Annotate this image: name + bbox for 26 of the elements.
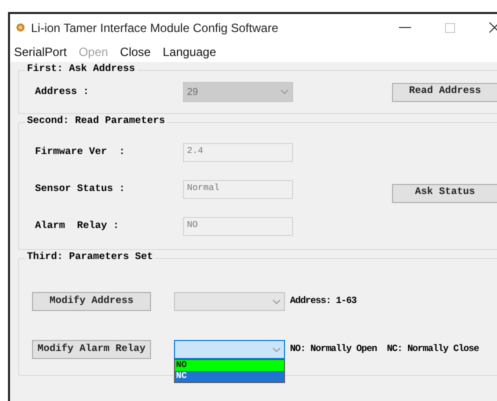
chevron-down-icon bbox=[272, 298, 281, 304]
modify-button[interactable]: Modify Alarm Relay bbox=[32, 340, 151, 359]
dropdown-option[interactable]: NO bbox=[175, 360, 284, 371]
read-address-button[interactable]: Read Address bbox=[392, 82, 497, 102]
field-label: Sensor Status : bbox=[35, 182, 126, 196]
dropdown-option[interactable]: NC bbox=[175, 371, 284, 382]
value-field: NO bbox=[183, 216, 293, 236]
value-field: 2.4 bbox=[183, 142, 293, 162]
hint-text: Address: 1-63 bbox=[290, 294, 356, 308]
modify-button[interactable]: Modify Address bbox=[32, 292, 151, 311]
menu-item[interactable]: Close bbox=[120, 42, 151, 60]
value-dropdown[interactable] bbox=[174, 340, 285, 359]
field-label: Firmware Ver : bbox=[35, 146, 126, 160]
minimize-icon[interactable] bbox=[399, 26, 411, 28]
menu-item[interactable]: Language bbox=[162, 42, 216, 60]
window-title: Li-ion Tamer Interface Module Config Software bbox=[31, 20, 278, 36]
field-label: Address : bbox=[35, 86, 90, 100]
close-icon[interactable] bbox=[489, 22, 497, 33]
chevron-down-icon bbox=[272, 346, 281, 352]
field-label: Alarm Relay : bbox=[35, 220, 120, 234]
hint-text: NO: Normally Open NC: Normally Close bbox=[290, 342, 479, 356]
app-icon bbox=[16, 23, 25, 32]
menu-item[interactable]: SerialPort bbox=[14, 42, 67, 60]
ask-status-button[interactable]: Ask Status bbox=[392, 184, 497, 202]
chevron-down-icon bbox=[280, 89, 289, 95]
value-field: Normal bbox=[183, 180, 293, 198]
